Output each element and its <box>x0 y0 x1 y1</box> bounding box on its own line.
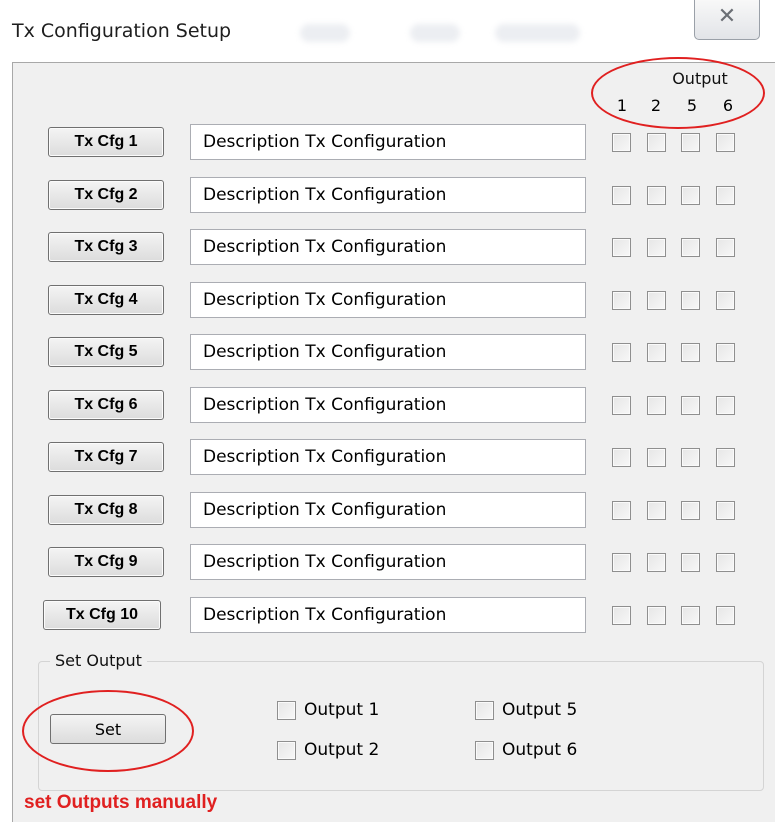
tx-cfg-button[interactable]: Tx Cfg 10 <box>43 599 161 630</box>
title-bar-blur <box>495 24 580 42</box>
output-checkbox[interactable] <box>681 605 700 625</box>
output-checkbox[interactable] <box>647 343 666 362</box>
description-field[interactable]: Description Tx Configuration <box>190 439 586 475</box>
description-field[interactable]: Description Tx Configuration <box>190 176 586 213</box>
output-checkbox[interactable] <box>612 553 631 572</box>
output-checkbox[interactable] <box>612 605 631 625</box>
output-checkbox[interactable] <box>681 395 700 415</box>
output-6-label: Output 6 <box>502 740 578 760</box>
description-field[interactable]: Description Tx Configuration <box>190 596 586 633</box>
tx-cfg-button[interactable]: Tx Cfg 1 <box>48 127 164 157</box>
description-field[interactable]: Description Tx Configuration <box>190 124 586 160</box>
tx-cfg-button[interactable]: Tx Cfg 8 <box>48 494 164 525</box>
output-checkbox[interactable] <box>681 290 700 310</box>
description-field[interactable]: Description Tx Configuration <box>190 229 586 265</box>
output-1-checkbox[interactable] <box>277 701 296 720</box>
output-checkbox[interactable] <box>647 605 666 625</box>
output-checkbox[interactable] <box>716 553 735 572</box>
output-checkbox[interactable] <box>612 133 631 152</box>
tx-cfg-button[interactable]: Tx Cfg 3 <box>48 232 164 262</box>
output-5-checkbox[interactable] <box>475 701 494 720</box>
output-checkbox[interactable] <box>716 238 735 257</box>
output-2-label: Output 2 <box>304 740 380 760</box>
output-checkbox[interactable] <box>612 290 631 310</box>
output-checkbox[interactable] <box>647 290 666 310</box>
output-checkbox[interactable] <box>612 238 631 257</box>
output-checkbox[interactable] <box>681 553 700 572</box>
output-checkbox[interactable] <box>647 238 666 257</box>
output-checkbox[interactable] <box>716 395 735 415</box>
description-field[interactable]: Description Tx Configuration <box>190 386 586 423</box>
tx-cfg-button[interactable]: Tx Cfg 4 <box>48 284 164 315</box>
output-checkbox[interactable] <box>681 133 700 152</box>
window-title: Tx Configuration Setup <box>12 20 232 42</box>
output-checkbox[interactable] <box>647 133 666 152</box>
output-1-label: Output 1 <box>304 700 380 720</box>
output-checkbox[interactable] <box>716 133 735 152</box>
output-2-checkbox[interactable] <box>277 741 296 760</box>
output-checkbox[interactable] <box>681 448 700 467</box>
output-5-label: Output 5 <box>502 700 578 720</box>
description-field[interactable]: Description Tx Configuration <box>190 281 586 318</box>
tx-cfg-button[interactable]: Tx Cfg 6 <box>48 389 164 420</box>
output-checkbox[interactable] <box>716 500 735 520</box>
output-checkbox[interactable] <box>681 343 700 362</box>
tx-cfg-button[interactable]: Tx Cfg 5 <box>48 337 164 367</box>
title-bar-blur <box>300 24 350 42</box>
output-checkbox[interactable] <box>647 185 666 205</box>
description-field[interactable]: Description Tx Configuration <box>190 334 586 370</box>
output-checkbox[interactable] <box>647 553 666 572</box>
output-checkbox[interactable] <box>716 448 735 467</box>
output-checkbox[interactable] <box>716 605 735 625</box>
output-checkbox[interactable] <box>647 395 666 415</box>
set-output-group-label: Set Output <box>50 651 147 670</box>
output-checkbox[interactable] <box>612 395 631 415</box>
annotation-text: set Outputs manually <box>24 792 218 813</box>
tx-cfg-button[interactable]: Tx Cfg 2 <box>48 179 164 210</box>
close-button[interactable]: ✕ <box>694 0 760 40</box>
tx-cfg-button[interactable]: Tx Cfg 9 <box>48 547 164 577</box>
output-checkbox[interactable] <box>612 185 631 205</box>
output-checkbox[interactable] <box>681 500 700 520</box>
highlight-ellipse-set <box>22 690 194 772</box>
output-6-checkbox[interactable] <box>475 741 494 760</box>
output-checkbox[interactable] <box>681 238 700 257</box>
highlight-ellipse-output <box>591 57 765 129</box>
output-checkbox[interactable] <box>716 290 735 310</box>
description-field[interactable]: Description Tx Configuration <box>190 544 586 580</box>
close-icon: ✕ <box>717 4 737 29</box>
output-checkbox[interactable] <box>612 343 631 362</box>
tx-cfg-button[interactable]: Tx Cfg 7 <box>48 442 164 472</box>
output-checkbox[interactable] <box>716 185 735 205</box>
description-field[interactable]: Description Tx Configuration <box>190 491 586 528</box>
output-checkbox[interactable] <box>716 343 735 362</box>
output-checkbox[interactable] <box>612 500 631 520</box>
output-checkbox[interactable] <box>647 448 666 467</box>
output-checkbox[interactable] <box>612 448 631 467</box>
title-bar-blur <box>410 24 460 42</box>
output-checkbox[interactable] <box>681 185 700 205</box>
output-checkbox[interactable] <box>647 500 666 520</box>
